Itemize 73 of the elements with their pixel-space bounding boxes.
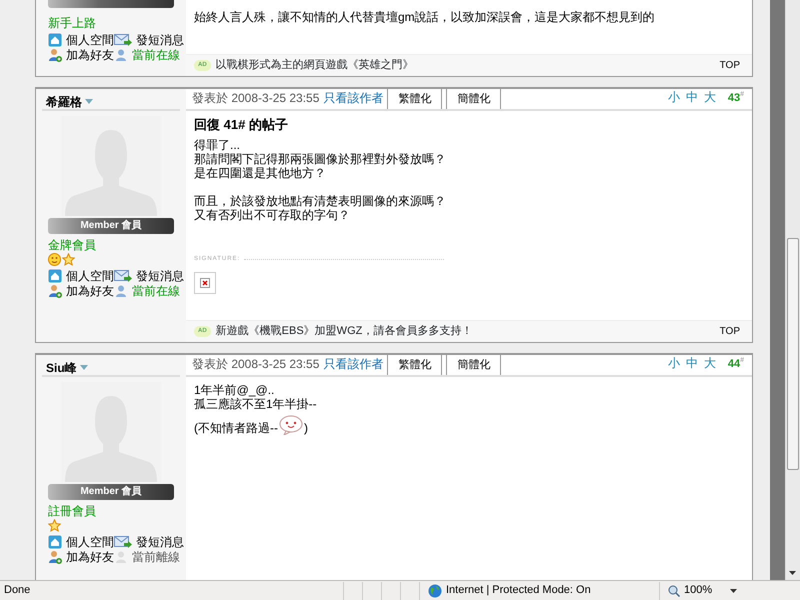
caret-icon [730, 588, 738, 592]
profile-link[interactable]: 發短消息 [114, 33, 184, 47]
user-icon [114, 284, 128, 298]
profile-link[interactable]: 發短消息 [114, 269, 184, 283]
top-link[interactable]: TOP [720, 324, 740, 339]
author-only-link[interactable]: 只看該作者 [323, 355, 384, 375]
broken-image-icon [200, 278, 210, 288]
post-text: 是在四圍還是其他地方？ [194, 166, 327, 180]
member-bar: Member 會員 [48, 484, 174, 500]
profile-link[interactable]: 個人空間 [48, 535, 114, 549]
author-only-link[interactable]: 只看該作者 [323, 89, 384, 109]
envelope-icon [114, 269, 132, 283]
post-text: 得罪了... [194, 138, 242, 152]
font-size-link[interactable]: 中 [686, 354, 698, 372]
ad-link[interactable]: 新遊戲《機戰EBS》加盟WGZ，請各會員多多支持！ [216, 323, 472, 340]
status-text: Done [3, 583, 32, 598]
post-text: (不知情者路過-- [194, 421, 278, 435]
author-name[interactable]: 希羅格 [46, 93, 82, 111]
home-icon [48, 269, 62, 283]
profile-link[interactable]: 當前離線 [114, 550, 184, 564]
profile-link[interactable]: 加為好友 [48, 48, 114, 62]
post-text: 那請問閣下記得那兩張圖像於那裡對外發放嗎？ [194, 152, 447, 166]
star-icon [48, 519, 61, 532]
post-text: 孤三應該不至1年半掛-- [194, 397, 318, 411]
post-date: 發表於 2008-3-25 23:55 [192, 90, 320, 107]
font-size-link[interactable]: 大 [704, 354, 716, 372]
dropdown-icon [80, 365, 88, 371]
profile-link[interactable]: 個人空間 [48, 33, 114, 47]
zoom-icon [668, 584, 680, 596]
convert-tab[interactable]: 簡體化 [446, 88, 502, 109]
smiley-icon [48, 253, 61, 266]
user-icon [114, 550, 128, 564]
post-text: 又有否列出不可存取的字句？ [194, 208, 351, 222]
zoom-control[interactable]: 100% [659, 582, 769, 600]
post-date: 發表於 2008-3-25 23:55 [192, 356, 320, 373]
font-size-link[interactable]: 中 [686, 88, 698, 106]
home-icon [48, 33, 62, 47]
add-friend-icon [48, 284, 62, 298]
profile-link[interactable]: 加為好友 [48, 550, 114, 564]
profile-link[interactable]: 個人空間 [48, 269, 114, 283]
author-name[interactable]: Siu峰 [46, 359, 77, 377]
font-size-link[interactable]: 大 [704, 88, 716, 106]
add-friend-icon [48, 48, 62, 62]
member-rank: 金牌會員 [48, 238, 97, 252]
star-icon [62, 253, 75, 266]
envelope-icon [114, 33, 132, 47]
member-bar: Member 會員 [48, 218, 174, 234]
globe-icon [428, 584, 442, 598]
home-icon [48, 535, 62, 549]
member-rank: 新手上路 [48, 16, 97, 30]
member-rank: 註冊會員 [48, 504, 97, 518]
post-text: 1年半前@_@.. [194, 383, 276, 397]
scrollbar[interactable] [785, 0, 800, 580]
font-size-link[interactable]: 小 [668, 88, 680, 106]
convert-tab[interactable]: 簡體化 [446, 354, 502, 375]
post-text: 始終人言人殊，讓不知情的人代替貴壇gm說話，以致加深誤會，這是大家都不想見到的 [194, 10, 656, 24]
post-text: ) [304, 421, 308, 435]
top-link[interactable]: TOP [720, 58, 740, 73]
ad-link[interactable]: 以戰棋形式為主的網頁遊戲《英雄之門》 [216, 57, 414, 74]
security-zone: Internet | Protected Mode: On [446, 583, 591, 598]
add-friend-icon [48, 550, 62, 564]
user-icon [114, 48, 128, 62]
profile-link[interactable]: 加為好友 [48, 284, 114, 298]
scroll-thumb[interactable] [787, 238, 799, 470]
scroll-down-icon[interactable] [789, 571, 796, 575]
profile-link[interactable]: 發短消息 [114, 535, 184, 549]
post-text: 而且，於該發放地點有清楚表明圖像的來源嗎？ [194, 194, 447, 208]
dropdown-icon [85, 99, 93, 105]
font-size-link[interactable]: 小 [668, 354, 680, 372]
post-title: 回復 41# 的帖子 [194, 118, 289, 132]
envelope-icon [114, 535, 132, 549]
convert-tab[interactable]: 繁體化 [387, 354, 442, 375]
convert-tab[interactable]: 繁體化 [387, 88, 442, 109]
